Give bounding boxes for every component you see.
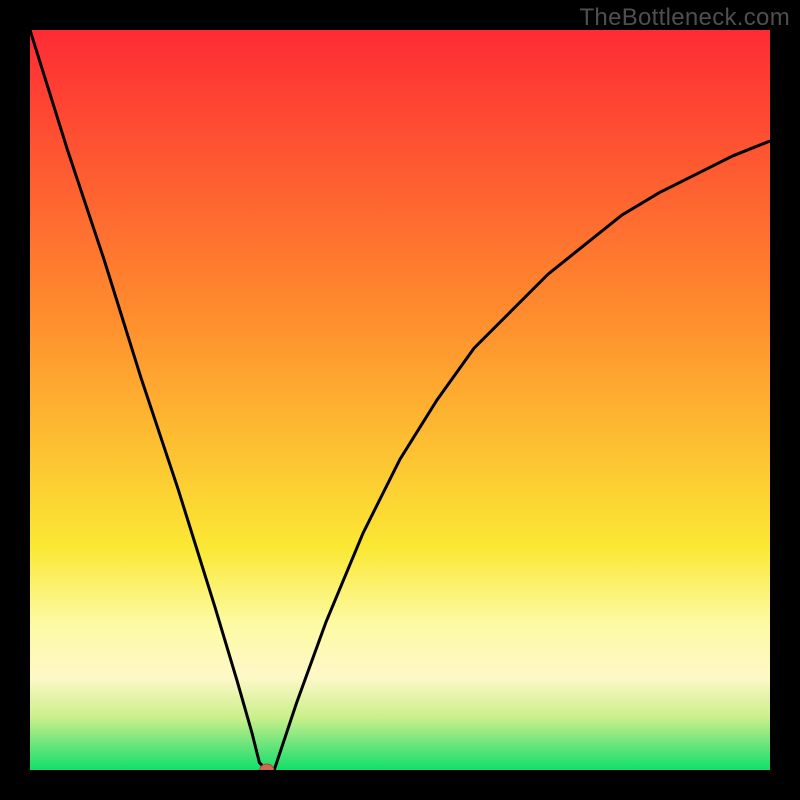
chart-frame: TheBottleneck.com [0,0,800,800]
gradient-rect [30,30,770,770]
chart-svg [30,30,770,770]
watermark-text: TheBottleneck.com [579,4,790,32]
plot-area [30,30,770,770]
